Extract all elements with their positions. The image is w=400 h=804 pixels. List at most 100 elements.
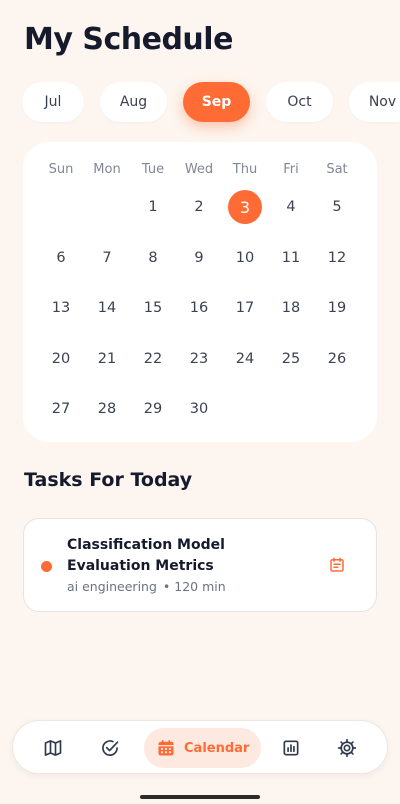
calendar-day-number <box>44 190 78 224</box>
task-meta: ai engineering • 120 min <box>67 579 226 594</box>
month-chip-aug[interactable]: Aug <box>100 82 167 122</box>
calendar-day-number: 14 <box>97 300 117 317</box>
task-meta-separator: • <box>162 579 171 594</box>
calendar-day[interactable]: 6 <box>38 233 84 284</box>
calendar-day-number: 12 <box>327 249 347 266</box>
calendar-day-number: 25 <box>281 350 301 367</box>
nav-label-calendar: Calendar <box>184 740 250 756</box>
chart-icon <box>283 740 299 756</box>
calendar-day-number: 4 <box>286 199 296 216</box>
calendar-day[interactable]: 2 <box>176 182 222 233</box>
calendar-day-number: 24 <box>235 350 255 367</box>
calendar-day-number: 10 <box>235 249 255 266</box>
nav-item-settings[interactable] <box>335 728 359 768</box>
calendar-day[interactable]: 18 <box>268 283 314 334</box>
calendar-day[interactable]: 3 <box>222 182 268 233</box>
calendar-grid: Sun Mon Tue Wed Thu Fri Sat 1 2 3 4 5 6 7 8 9 10 11 12 13 14… <box>38 156 360 435</box>
calendar-day[interactable]: 24 <box>222 334 268 385</box>
weekday-label: Sat <box>326 161 348 177</box>
calendar-icon <box>158 740 174 756</box>
weekday-label: Thu <box>232 161 258 177</box>
bottom-nav: Calendar <box>12 720 388 774</box>
calendar-day[interactable]: 30 <box>176 384 222 435</box>
calendar-day-number: 17 <box>235 300 255 317</box>
home-indicator <box>140 795 260 799</box>
month-chip-nov[interactable]: Nov <box>349 82 400 122</box>
calendar-day[interactable]: 28 <box>84 384 130 435</box>
calendar-day-number: 13 <box>51 300 71 317</box>
calendar-day-number: 19 <box>327 300 347 317</box>
calendar-day[interactable]: 10 <box>222 233 268 284</box>
calendar-card: Sun Mon Tue Wed Thu Fri Sat 1 2 3 4 5 6 7 8 9 10 11 12 13 14… <box>23 142 377 442</box>
task-card[interactable]: Classification Model Evaluation Metrics … <box>23 518 377 612</box>
calendar-day-number <box>90 190 124 224</box>
calendar-day-number: 2 <box>194 199 204 216</box>
calendar-day[interactable]: 15 <box>130 283 176 334</box>
calendar-day-number: 8 <box>148 249 158 266</box>
calendar-day-number: 3 <box>228 190 262 225</box>
calendar-day-number: 28 <box>97 401 117 418</box>
calendar-day[interactable]: 13 <box>38 283 84 334</box>
calendar-day-number: 15 <box>143 300 163 317</box>
calendar-day-number: 26 <box>327 350 347 367</box>
calendar-day[interactable]: 17 <box>222 283 268 334</box>
weekday-label: Sun <box>48 161 74 177</box>
calendar-day[interactable]: 11 <box>268 233 314 284</box>
calendar-day-number: 9 <box>194 249 204 266</box>
nav-item-calendar[interactable]: Calendar <box>144 728 262 768</box>
calendar-day[interactable]: 27 <box>38 384 84 435</box>
month-chip-jul[interactable]: Jul <box>22 82 84 122</box>
calendar-day-number: 16 <box>189 300 209 317</box>
calendar-day-number: 22 <box>143 350 163 367</box>
calendar-day[interactable]: 7 <box>84 233 130 284</box>
calendar-day[interactable]: 16 <box>176 283 222 334</box>
calendar-empty-cell <box>38 182 84 233</box>
calendar-day-number: 27 <box>51 401 71 418</box>
page-title: My Schedule <box>24 22 233 57</box>
weekday-label: Fri <box>283 161 299 177</box>
calendar-day[interactable]: 9 <box>176 233 222 284</box>
task-duration: 120 min <box>174 579 226 594</box>
month-chip-sep[interactable]: Sep <box>183 82 250 122</box>
gear-icon <box>337 738 357 758</box>
calendar-empty-cell <box>84 182 130 233</box>
tasks-section-title: Tasks For Today <box>24 469 193 491</box>
month-chip-oct[interactable]: Oct <box>266 82 333 122</box>
calendar-day[interactable]: 21 <box>84 334 130 385</box>
calendar-day[interactable]: 14 <box>84 283 130 334</box>
weekday-label: Tue <box>141 161 165 177</box>
calendar-day[interactable]: 8 <box>130 233 176 284</box>
calendar-day[interactable]: 4 <box>268 182 314 233</box>
calendar-day-number: 6 <box>56 249 66 266</box>
calendar-day[interactable]: 1 <box>130 182 176 233</box>
calendar-day[interactable]: 22 <box>130 334 176 385</box>
task-status-dot <box>41 561 52 572</box>
calendar-day-number: 1 <box>148 199 158 216</box>
calendar-day-number: 11 <box>281 249 301 266</box>
calendar-day[interactable]: 29 <box>130 384 176 435</box>
calendar-day[interactable]: 20 <box>38 334 84 385</box>
month-selector: Jul Aug Sep Oct Nov <box>22 82 400 122</box>
calendar-day[interactable]: 26 <box>314 334 360 385</box>
calendar-day-number: 18 <box>281 300 301 317</box>
calendar-day-number: 7 <box>102 249 112 266</box>
calendar-day[interactable]: 23 <box>176 334 222 385</box>
weekday-label: Mon <box>93 161 121 177</box>
calendar-day[interactable]: 25 <box>268 334 314 385</box>
task-title: Classification Model Evaluation Metrics <box>67 537 225 574</box>
calendar-day-number: 20 <box>51 350 71 367</box>
nav-item-map[interactable] <box>41 728 65 768</box>
calendar-day-number: 29 <box>143 401 163 418</box>
calendar-day[interactable]: 12 <box>314 233 360 284</box>
nav-item-stats[interactable] <box>279 728 303 768</box>
calendar-day-number: 21 <box>97 350 117 367</box>
nav-item-tasks[interactable] <box>98 728 122 768</box>
weekday-label: Wed <box>184 161 214 177</box>
calendar-day-number: 5 <box>332 199 342 216</box>
calendar-day[interactable]: 19 <box>314 283 360 334</box>
check-circle-icon <box>102 740 119 756</box>
task-category: ai engineering <box>67 579 157 594</box>
calendar-day-number: 23 <box>189 350 209 367</box>
calendar-day[interactable]: 5 <box>314 182 360 233</box>
calendar-icon[interactable] <box>328 556 346 574</box>
